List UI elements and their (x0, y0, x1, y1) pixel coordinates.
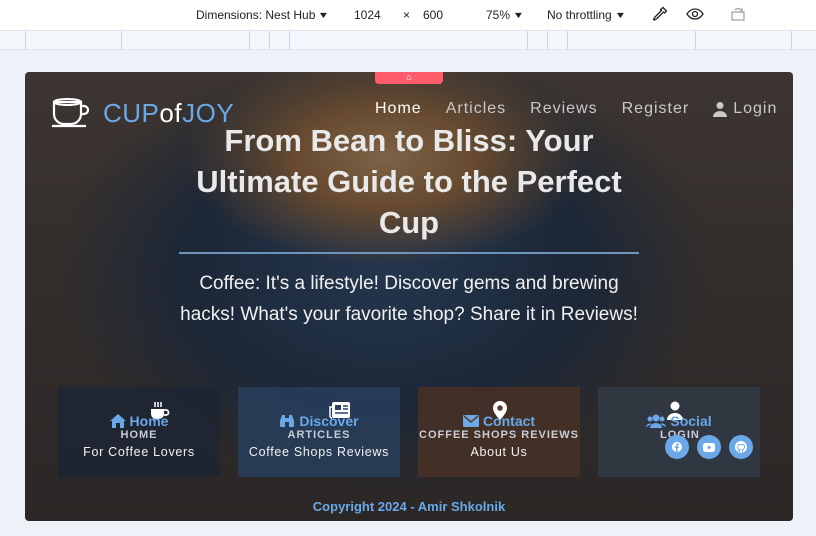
hero-title: From Bean to Bliss: Your Ultimate Guide … (196, 123, 622, 240)
height-input[interactable]: 600 (423, 8, 443, 22)
times-sign: × (403, 8, 411, 22)
card-contact-desc: About Us (470, 445, 528, 459)
home-icon (109, 414, 126, 428)
footer-copyright: Copyright 2024 - Amir Shkolnik (312, 499, 506, 514)
eyedropper-icon[interactable] (652, 6, 668, 22)
device-viewport: ⌂ CUPofJOY Home Articles Reviews Registe… (25, 72, 793, 521)
logo-cup: CUP (103, 98, 160, 128)
hero-subtitle: Coffee: It's a lifestyle! Discover gems … (180, 273, 638, 325)
chevron-down-icon: ▼ (512, 10, 525, 20)
nav-register[interactable]: Register (622, 100, 690, 118)
card-home-title-row: Home (58, 413, 220, 429)
users-icon (646, 414, 667, 428)
nav-articles[interactable]: Articles (446, 100, 506, 118)
card-discover-title: Discover (299, 413, 359, 429)
card-contact[interactable]: Contact COFFEE SHOPS REVIEWS About Us (418, 387, 580, 477)
facebook-icon[interactable] (665, 435, 689, 459)
zoom-label: 75% (486, 8, 511, 22)
card-discover-sublabel: ARTICLES (287, 429, 351, 441)
card-home-title: Home (129, 413, 169, 429)
chevron-down-icon: ▼ (318, 10, 330, 20)
dimensions-select[interactable]: Dimensions: Nest Hub ▼ (196, 8, 330, 22)
chevron-down-icon: ▼ (614, 10, 626, 20)
card-home-desc: For Coffee Lovers (83, 445, 195, 459)
rotate-icon[interactable] (730, 6, 748, 22)
card-social-title: Social (670, 413, 712, 429)
throttling-select[interactable]: No throttling ▼ (547, 8, 626, 22)
github-icon[interactable] (729, 435, 753, 459)
zoom-select[interactable]: 75% ▼ (486, 8, 525, 22)
card-home-sublabel: HOME (120, 429, 158, 441)
binoculars-icon (280, 415, 295, 427)
device-toolbar: Dimensions: Nest Hub ▼ 1024 × 600 75% ▼ … (0, 0, 816, 30)
card-social-title-row: Social (598, 413, 760, 429)
drag-handle[interactable]: ⌂ (375, 72, 443, 84)
nav-home[interactable]: Home (375, 100, 422, 118)
social-links (598, 435, 760, 459)
nav-login[interactable]: Login (713, 100, 777, 118)
card-social[interactable]: Social LOGIN (598, 387, 760, 477)
card-contact-title-row: Contact (418, 413, 580, 429)
hero-divider (179, 252, 639, 254)
card-discover[interactable]: Discover ARTICLES Coffee Shops Reviews (238, 387, 400, 477)
nav-login-label: Login (733, 100, 778, 117)
nav-reviews[interactable]: Reviews (530, 100, 597, 118)
card-home[interactable]: Home HOME For Coffee Lovers (58, 387, 220, 477)
dimensions-label: Dimensions: Nest Hub (196, 8, 316, 22)
eye-icon[interactable] (686, 6, 704, 22)
ruler-bar (0, 30, 816, 50)
user-icon (713, 102, 728, 117)
coffee-cup-icon (51, 94, 91, 133)
envelope-icon (462, 415, 479, 427)
card-contact-sublabel: COFFEE SHOPS REVIEWS (419, 429, 579, 441)
card-discover-title-row: Discover (238, 413, 400, 429)
card-discover-desc: Coffee Shops Reviews (248, 445, 390, 459)
width-input[interactable]: 1024 (354, 8, 381, 22)
throttling-label: No throttling (547, 8, 612, 22)
card-contact-title: Contact (482, 413, 536, 429)
main-nav: Home Articles Reviews Register Login (375, 100, 777, 118)
youtube-icon[interactable] (697, 435, 721, 459)
